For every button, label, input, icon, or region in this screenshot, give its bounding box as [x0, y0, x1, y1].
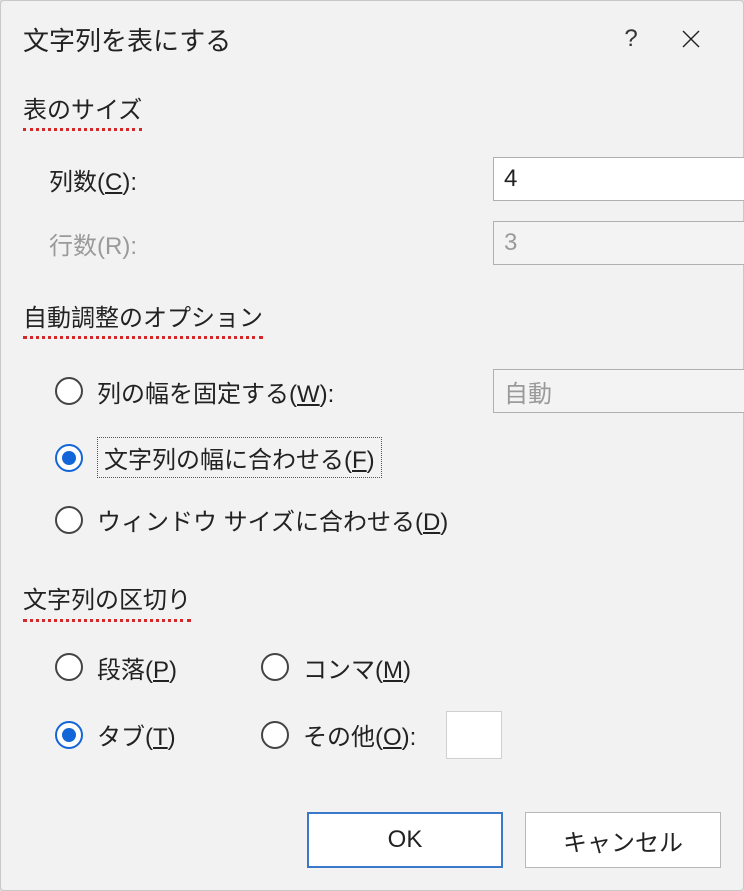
columns-input[interactable] — [493, 157, 744, 201]
radio-tab[interactable] — [55, 721, 83, 749]
section-table-size: 表のサイズ — [23, 95, 142, 131]
radio-fit-window[interactable] — [55, 506, 83, 534]
section-separator: 文字列の区切り — [23, 585, 191, 621]
row-rows: 行数(R): — [49, 221, 721, 265]
radio-fit-window-label[interactable]: ウィンドウ サイズに合わせる(D) — [97, 502, 448, 537]
dialog-title: 文字列を表にする — [23, 21, 601, 58]
radio-tab-label[interactable]: タブ(T) — [97, 717, 176, 752]
close-button[interactable] — [661, 16, 721, 62]
columns-label: 列数(C): — [49, 162, 493, 197]
fit-window-pre: ウィンドウ サイズに合わせる( — [97, 509, 423, 536]
rows-input — [493, 221, 744, 265]
row-fixed-width: 列の幅を固定する(W): — [55, 369, 721, 413]
fixed-width-input — [493, 369, 744, 413]
columns-spinner[interactable] — [493, 157, 721, 201]
comma-accel: M — [383, 657, 403, 684]
fit-window-accel: D — [423, 509, 440, 536]
help-button[interactable]: ? — [601, 16, 661, 62]
radio-other[interactable] — [261, 721, 289, 749]
close-icon — [680, 28, 702, 50]
other-accel: O — [383, 724, 402, 751]
tab-pre: タブ( — [97, 724, 153, 751]
columns-accel: C — [105, 169, 122, 196]
columns-label-pre: 列数( — [49, 169, 105, 196]
rows-label-post: ): — [122, 233, 137, 260]
ok-button[interactable]: OK — [307, 812, 503, 868]
tab-accel: T — [153, 724, 168, 751]
radio-fixed-width[interactable] — [55, 377, 83, 405]
rows-spinner — [493, 221, 721, 265]
cancel-button[interactable]: キャンセル — [525, 812, 721, 868]
section-autofit: 自動調整のオプション — [23, 303, 263, 339]
radio-paragraph-label[interactable]: 段落(P) — [97, 650, 177, 685]
para-accel: P — [153, 657, 169, 684]
row-fit-contents: 文字列の幅に合わせる(F) — [55, 437, 721, 478]
radio-comma[interactable] — [261, 653, 289, 681]
radio-other-label[interactable]: その他(O): — [303, 717, 416, 752]
convert-text-to-table-dialog: 文字列を表にする ? 表のサイズ 列数(C): 行数(R): — [0, 0, 744, 891]
titlebar: 文字列を表にする ? — [1, 1, 743, 73]
fit-window-post: ) — [440, 509, 448, 536]
other-pre: その他( — [303, 724, 383, 751]
other-post: ): — [402, 724, 417, 751]
para-post: ) — [169, 657, 177, 684]
fixed-width-spinner — [493, 369, 721, 413]
fixed-accel: W — [297, 381, 320, 408]
dialog-body: 表のサイズ 列数(C): 行数(R): — [1, 73, 743, 759]
comma-pre: コンマ( — [303, 657, 383, 684]
fixed-post: ): — [320, 381, 335, 408]
radio-fixed-width-label[interactable]: 列の幅を固定する(W): — [97, 374, 334, 409]
tab-post: ) — [168, 724, 176, 751]
fit-contents-post: ) — [367, 447, 375, 474]
rows-label: 行数(R): — [49, 226, 493, 261]
rows-accel: R — [105, 233, 122, 260]
radio-fit-contents-label[interactable]: 文字列の幅に合わせる(F) — [97, 437, 382, 478]
row-fit-window: ウィンドウ サイズに合わせる(D) — [55, 502, 721, 537]
para-pre: 段落( — [97, 657, 153, 684]
rows-label-pre: 行数( — [49, 233, 105, 260]
radio-comma-label[interactable]: コンマ(M) — [303, 650, 411, 685]
row-columns: 列数(C): — [49, 157, 721, 201]
comma-post: ) — [403, 657, 411, 684]
button-bar: OK キャンセル — [307, 812, 721, 868]
fit-contents-pre: 文字列の幅に合わせる( — [104, 447, 352, 474]
radio-paragraph[interactable] — [55, 653, 83, 681]
fixed-pre: 列の幅を固定する( — [97, 381, 297, 408]
columns-label-post: ): — [122, 169, 137, 196]
radio-fit-contents[interactable] — [55, 444, 83, 472]
separator-options: 段落(P) コンマ(M) タブ(T) — [55, 650, 721, 759]
other-separator-input[interactable] — [446, 711, 502, 759]
fit-contents-accel: F — [352, 447, 367, 474]
